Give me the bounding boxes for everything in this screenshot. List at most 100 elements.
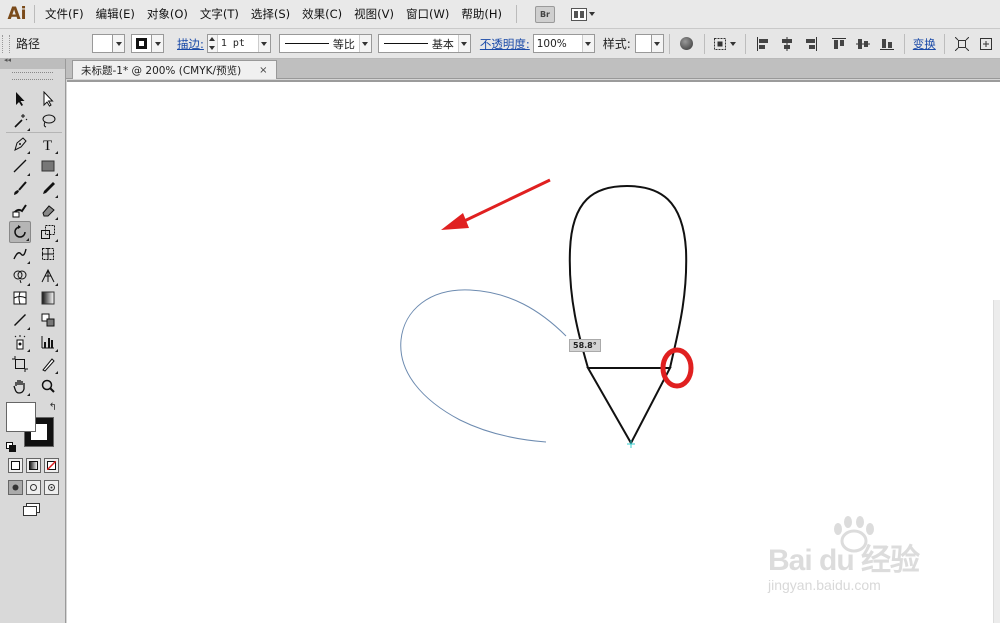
type-tool[interactable]: T xyxy=(37,133,59,155)
watermark-url: jingyan.baidu.com xyxy=(768,577,881,593)
perspective-grid-tool[interactable] xyxy=(37,265,59,287)
none-mode-button[interactable] xyxy=(44,458,59,473)
gradient-tool[interactable] xyxy=(37,287,59,309)
menu-divider xyxy=(34,5,35,23)
paintbrush-tool[interactable] xyxy=(9,177,31,199)
document-tab[interactable]: 未标题-1* @ 200% (CMYK/预览) × xyxy=(72,60,277,79)
menu-edit[interactable]: 编辑(E) xyxy=(90,0,141,29)
menu-select[interactable]: 选择(S) xyxy=(245,0,296,29)
menu-object[interactable]: 对象(O) xyxy=(141,0,194,29)
opacity-value[interactable]: 100% xyxy=(534,38,582,50)
default-fill-stroke-icon[interactable] xyxy=(6,442,16,452)
close-tab-icon[interactable]: × xyxy=(259,65,267,76)
chevron-down-icon xyxy=(154,41,161,46)
stroke-weight-value[interactable]: 1 pt xyxy=(218,38,258,49)
screen-mode-button[interactable] xyxy=(22,503,42,519)
triangle-path[interactable] xyxy=(586,367,672,446)
eraser-tool[interactable] xyxy=(37,199,59,221)
menu-effect[interactable]: 效果(C) xyxy=(296,0,348,29)
align-to-button[interactable] xyxy=(712,34,738,54)
blend-tool[interactable] xyxy=(37,309,59,331)
draw-inside-button[interactable] xyxy=(44,480,59,495)
isolate-button[interactable] xyxy=(952,34,972,54)
anchor-point-marker[interactable] xyxy=(627,440,635,448)
bridge-button[interactable]: Br xyxy=(534,5,555,23)
lasso-tool[interactable] xyxy=(37,110,59,132)
line-segment-tool[interactable] xyxy=(9,155,31,177)
opacity-panel-link[interactable]: 不透明度: xyxy=(477,36,533,52)
panel-grip[interactable] xyxy=(2,34,10,53)
menu-view[interactable]: 视图(V) xyxy=(348,0,400,29)
scale-tool[interactable] xyxy=(37,221,59,243)
rectangle-tool[interactable] xyxy=(37,155,59,177)
chevron-down-icon xyxy=(261,41,268,46)
eyedropper-tool[interactable] xyxy=(9,309,31,331)
mesh-tool[interactable] xyxy=(9,287,31,309)
stroke-color-dropdown[interactable] xyxy=(131,34,164,53)
stroke-weight-field[interactable]: 1 pt xyxy=(206,34,271,53)
fill-color-swatch[interactable] xyxy=(6,402,36,432)
magic-wand-tool[interactable] xyxy=(9,110,31,132)
rotation-preview-path xyxy=(400,289,567,443)
align-vertical-center-button[interactable] xyxy=(853,34,873,54)
variable-width-profile-dropdown[interactable]: 等比 xyxy=(278,34,372,53)
column-graph-tool[interactable] xyxy=(37,331,59,353)
chevron-down-icon xyxy=(585,41,592,46)
stepper-down-icon[interactable] xyxy=(209,45,216,50)
rotate-tool[interactable] xyxy=(9,221,31,243)
align-left-icon xyxy=(756,36,768,51)
blob-brush-tool[interactable] xyxy=(9,199,31,221)
zoom-tool[interactable] xyxy=(37,375,59,397)
swap-fill-stroke-icon[interactable]: ↰ xyxy=(49,402,57,413)
draw-behind-button[interactable] xyxy=(26,480,41,495)
vertical-scrollbar[interactable] xyxy=(993,300,1000,623)
divider xyxy=(668,33,670,54)
direct-selection-tool[interactable] xyxy=(37,88,59,110)
menu-window[interactable]: 窗口(W) xyxy=(400,0,455,29)
free-transform-tool[interactable] xyxy=(37,243,59,265)
selection-tool[interactable] xyxy=(9,88,31,110)
warp-tool[interactable] xyxy=(9,243,31,265)
graphic-style-dropdown[interactable] xyxy=(634,34,664,53)
baidu-watermark: Bai du 经验 jingyan.baidu.com xyxy=(760,515,960,605)
align-horizontal-center-button[interactable] xyxy=(777,34,797,54)
transform-panel-link[interactable]: 变换 xyxy=(910,36,939,52)
artboard-tool[interactable] xyxy=(9,353,31,375)
recolor-globe-icon xyxy=(680,37,694,50)
stepper-up-icon[interactable] xyxy=(209,37,216,42)
panel-menu-button[interactable] xyxy=(976,34,996,54)
opacity-field[interactable]: 100% xyxy=(532,34,595,53)
chevron-down-icon xyxy=(362,41,369,46)
menu-type[interactable]: 文字(T) xyxy=(194,0,245,29)
chevron-down-icon xyxy=(654,41,661,46)
color-mode-button[interactable] xyxy=(8,458,23,473)
pencil-tool[interactable] xyxy=(37,177,59,199)
slice-tool[interactable] xyxy=(37,353,59,375)
arrange-documents-button[interactable] xyxy=(570,7,595,21)
panel-grip[interactable] xyxy=(12,72,53,80)
align-right-button[interactable] xyxy=(801,34,821,54)
hand-tool[interactable] xyxy=(9,375,31,397)
align-bottom-button[interactable] xyxy=(877,34,897,54)
chevron-down-icon xyxy=(588,12,595,16)
fill-stroke-widget: ↰ xyxy=(6,402,58,452)
panel-collapse-bar[interactable] xyxy=(0,56,65,69)
brush-definition-dropdown[interactable]: 基本 xyxy=(377,34,471,53)
align-left-button[interactable] xyxy=(753,34,773,54)
shape-builder-tool[interactable] xyxy=(9,265,31,287)
menu-help[interactable]: 帮助(H) xyxy=(455,0,508,29)
menu-bar: Ai 文件(F) 编辑(E) 对象(O) 文字(T) 选择(S) 效果(C) 视… xyxy=(0,0,1000,29)
align-top-button[interactable] xyxy=(829,34,849,54)
object-type-label: 路径 xyxy=(16,37,41,51)
document-tab-bar: 未标题-1* @ 200% (CMYK/预览) × xyxy=(66,59,1000,79)
menu-file[interactable]: 文件(F) xyxy=(39,0,90,29)
draw-normal-button[interactable] xyxy=(8,480,23,495)
fill-color-dropdown[interactable] xyxy=(92,34,125,53)
gradient-mode-button[interactable] xyxy=(26,458,41,473)
stroke-panel-link[interactable]: 描边: xyxy=(174,36,207,52)
arrange-documents-icon xyxy=(570,7,587,21)
recolor-artwork-button[interactable] xyxy=(677,34,697,54)
symbol-sprayer-tool[interactable] xyxy=(9,331,31,353)
pen-tool[interactable] xyxy=(9,133,31,155)
chevron-down-icon xyxy=(115,41,122,46)
